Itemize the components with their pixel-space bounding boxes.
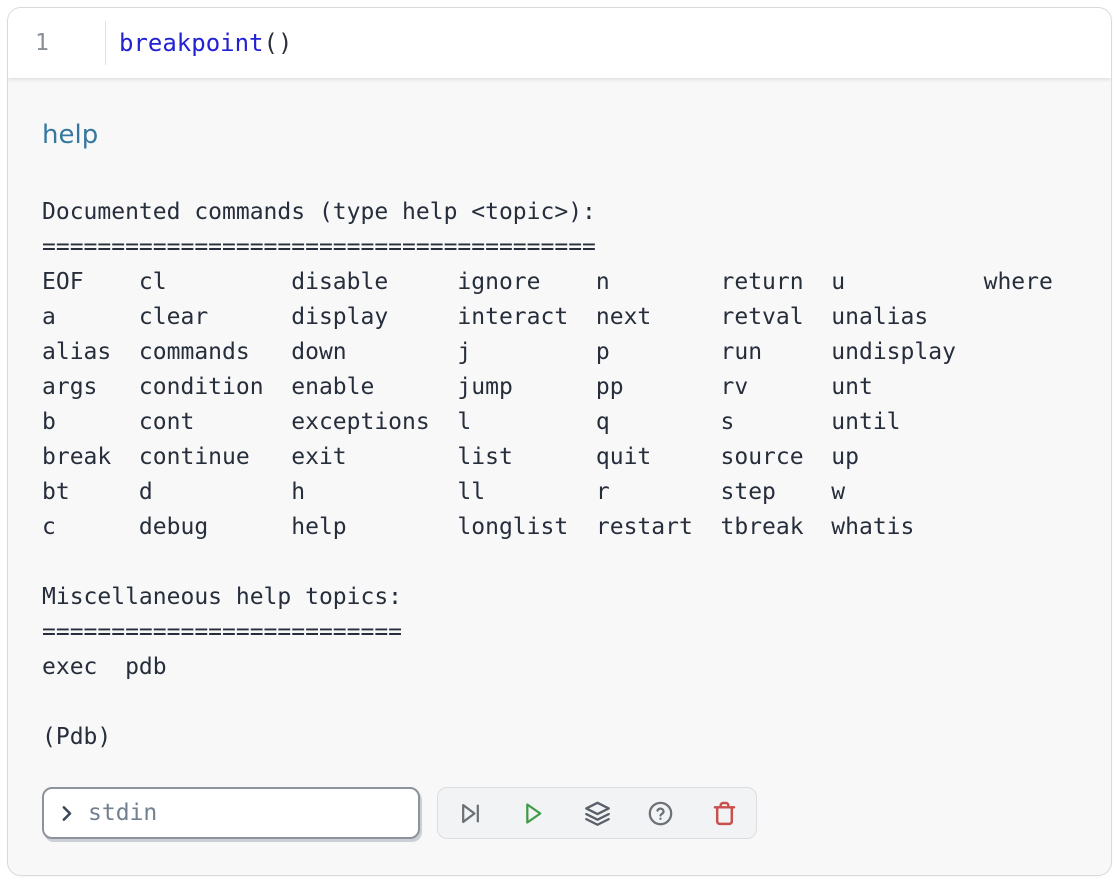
controls-row	[42, 787, 1077, 839]
stdin-input[interactable]	[86, 799, 406, 827]
layers-button[interactable]	[582, 798, 612, 828]
line-number-gutter: 1	[8, 8, 105, 78]
play-icon	[520, 800, 547, 827]
trash-icon	[711, 800, 738, 827]
debugger-panel: 1 breakpoint() help Documented commands …	[7, 7, 1112, 876]
echoed-command: help	[42, 120, 1077, 151]
code-token-function: breakpoint	[119, 29, 264, 57]
help-button[interactable]	[646, 798, 676, 828]
stdin-box[interactable]	[42, 787, 420, 839]
debug-toolbar	[437, 787, 757, 839]
layers-icon	[584, 800, 611, 827]
question-circle-icon	[647, 800, 674, 827]
line-number: 1	[35, 30, 49, 56]
code-token-parens: ()	[264, 29, 293, 57]
step-forward-icon	[457, 800, 484, 827]
step-forward-button[interactable]	[455, 798, 485, 828]
console-output-area: help Documented commands (type help <top…	[8, 78, 1111, 875]
delete-button[interactable]	[709, 798, 739, 828]
pdb-help-output: Documented commands (type help <topic>):…	[42, 195, 1077, 755]
code-editor[interactable]: 1 breakpoint()	[8, 8, 1111, 78]
run-button[interactable]	[519, 798, 549, 828]
code-line[interactable]: breakpoint()	[106, 8, 292, 78]
chevron-right-icon	[56, 803, 77, 824]
